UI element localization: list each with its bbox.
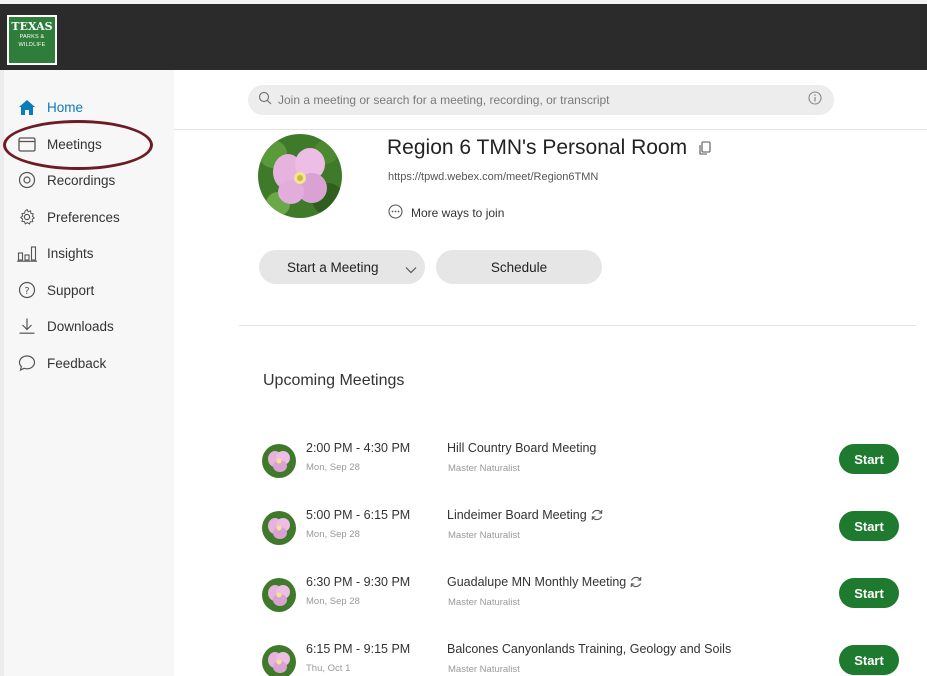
sidebar-item-label: Insights xyxy=(47,245,94,261)
meeting-avatar xyxy=(262,511,296,545)
logo-line-3: WILDLIFE xyxy=(18,42,46,48)
section-divider xyxy=(239,325,916,326)
logo-line-2: PARKS & xyxy=(19,34,45,40)
room-title: Region 6 TMN's Personal Room xyxy=(387,136,711,160)
meeting-row[interactable]: 2:00 PM - 4:30 PM Mon, Sep 28 Hill Count… xyxy=(0,436,927,496)
tpwd-logo[interactable]: TEXAS PARKS & WILDLIFE xyxy=(7,15,57,65)
meeting-row[interactable]: 6:30 PM - 9:30 PM Mon, Sep 28 Guadalupe … xyxy=(0,570,927,630)
start-meeting-button[interactable]: Start a Meeting xyxy=(259,250,425,284)
sidebar-item-feedback[interactable]: Feedback xyxy=(16,350,106,376)
room-title-text: Region 6 TMN's Personal Room xyxy=(387,136,688,159)
recurring-icon xyxy=(590,508,604,522)
meeting-title[interactable]: Lindeimer Board Meeting xyxy=(447,508,604,522)
sidebar-item-label: Downloads xyxy=(47,318,114,334)
sidebar-item-meetings[interactable]: Meetings xyxy=(16,131,102,157)
meeting-time: 5:00 PM - 6:15 PM xyxy=(306,508,411,522)
download-icon xyxy=(16,316,38,336)
meeting-title[interactable]: Balcones Canyonlands Training, Geology a… xyxy=(447,642,731,656)
svg-text:?: ? xyxy=(24,286,29,297)
meeting-host: Master Naturalist xyxy=(448,530,520,541)
sidebar-item-recordings[interactable]: Recordings xyxy=(16,167,115,193)
more-options-icon xyxy=(388,204,403,222)
meeting-host: Master Naturalist xyxy=(448,463,520,474)
meeting-date: Mon, Sep 28 xyxy=(306,596,360,607)
meeting-title[interactable]: Guadalupe MN Monthly Meeting xyxy=(447,575,643,589)
sidebar-item-label: Support xyxy=(47,282,95,298)
start-button[interactable]: Start xyxy=(839,578,899,608)
meeting-avatar xyxy=(262,444,296,478)
meeting-date: Mon, Sep 28 xyxy=(306,529,360,540)
upcoming-meetings-title: Upcoming Meetings xyxy=(263,372,405,389)
meeting-time: 6:15 PM - 9:15 PM xyxy=(306,642,411,656)
meeting-time: 2:00 PM - 4:30 PM xyxy=(306,441,411,455)
sidebar-item-home[interactable]: Home xyxy=(16,94,83,120)
logo-line-1: TEXAS xyxy=(11,20,53,33)
search-icon xyxy=(258,91,272,110)
sidebar-item-insights[interactable]: Insights xyxy=(16,240,94,266)
meeting-date: Thu, Oct 1 xyxy=(306,663,351,674)
meeting-host: Master Naturalist xyxy=(448,664,520,675)
help-icon: ? xyxy=(16,280,38,300)
meeting-row[interactable]: 6:15 PM - 9:15 PM Thu, Oct 1 Balcones Ca… xyxy=(0,637,927,676)
home-icon xyxy=(16,97,38,117)
meeting-avatar xyxy=(262,578,296,612)
meeting-title-text: Guadalupe MN Monthly Meeting xyxy=(447,575,627,589)
top-bar: TEXAS PARKS & WILDLIFE xyxy=(0,0,927,70)
sidebar-item-label: Feedback xyxy=(47,355,107,371)
meeting-title-text: Hill Country Board Meeting xyxy=(447,441,597,455)
room-url[interactable]: https://tpwd.webex.com/meet/Region6TMN xyxy=(388,171,598,183)
meeting-host: Master Naturalist xyxy=(448,597,520,608)
search-bar[interactable]: Join a meeting or search for a meeting, … xyxy=(248,85,834,115)
info-icon[interactable] xyxy=(808,90,822,110)
sidebar-item-label: Meetings xyxy=(47,136,102,152)
start-button[interactable]: Start xyxy=(839,645,899,675)
meeting-avatar xyxy=(262,645,296,676)
meeting-title-text: Lindeimer Board Meeting xyxy=(447,508,587,522)
gear-icon xyxy=(16,207,38,227)
room-avatar xyxy=(258,134,342,218)
sidebar-item-downloads[interactable]: Downloads xyxy=(16,313,114,339)
chevron-down-icon[interactable] xyxy=(405,262,417,277)
start-meeting-label: Start a Meeting xyxy=(287,259,379,275)
schedule-button[interactable]: Schedule xyxy=(436,250,602,284)
sidebar-item-preferences[interactable]: Preferences xyxy=(16,204,120,230)
record-icon xyxy=(16,170,38,190)
bar-chart-icon xyxy=(16,243,38,263)
meeting-date: Mon, Sep 28 xyxy=(306,462,360,473)
meeting-row[interactable]: 5:00 PM - 6:15 PM Mon, Sep 28 Lindeimer … xyxy=(0,503,927,563)
start-button[interactable]: Start xyxy=(839,444,899,474)
header-divider xyxy=(174,129,927,130)
meeting-title[interactable]: Hill Country Board Meeting xyxy=(447,441,596,455)
sidebar-item-label: Recordings xyxy=(47,172,116,188)
sidebar-item-support[interactable]: ? Support xyxy=(16,277,94,303)
more-ways-to-join[interactable]: More ways to join xyxy=(388,204,504,222)
recurring-icon xyxy=(629,575,643,589)
meeting-title-text: Balcones Canyonlands Training, Geology a… xyxy=(447,642,732,656)
sidebar-item-label: Preferences xyxy=(47,209,120,225)
more-ways-label: More ways to join xyxy=(411,206,505,220)
copy-icon[interactable] xyxy=(699,141,711,155)
sidebar-item-label: Home xyxy=(47,99,84,115)
meeting-time: 6:30 PM - 9:30 PM xyxy=(306,575,411,589)
calendar-icon xyxy=(16,134,38,154)
start-button[interactable]: Start xyxy=(839,511,899,541)
chat-bubble-icon xyxy=(16,353,38,373)
search-input[interactable]: Join a meeting or search for a meeting, … xyxy=(278,93,808,107)
